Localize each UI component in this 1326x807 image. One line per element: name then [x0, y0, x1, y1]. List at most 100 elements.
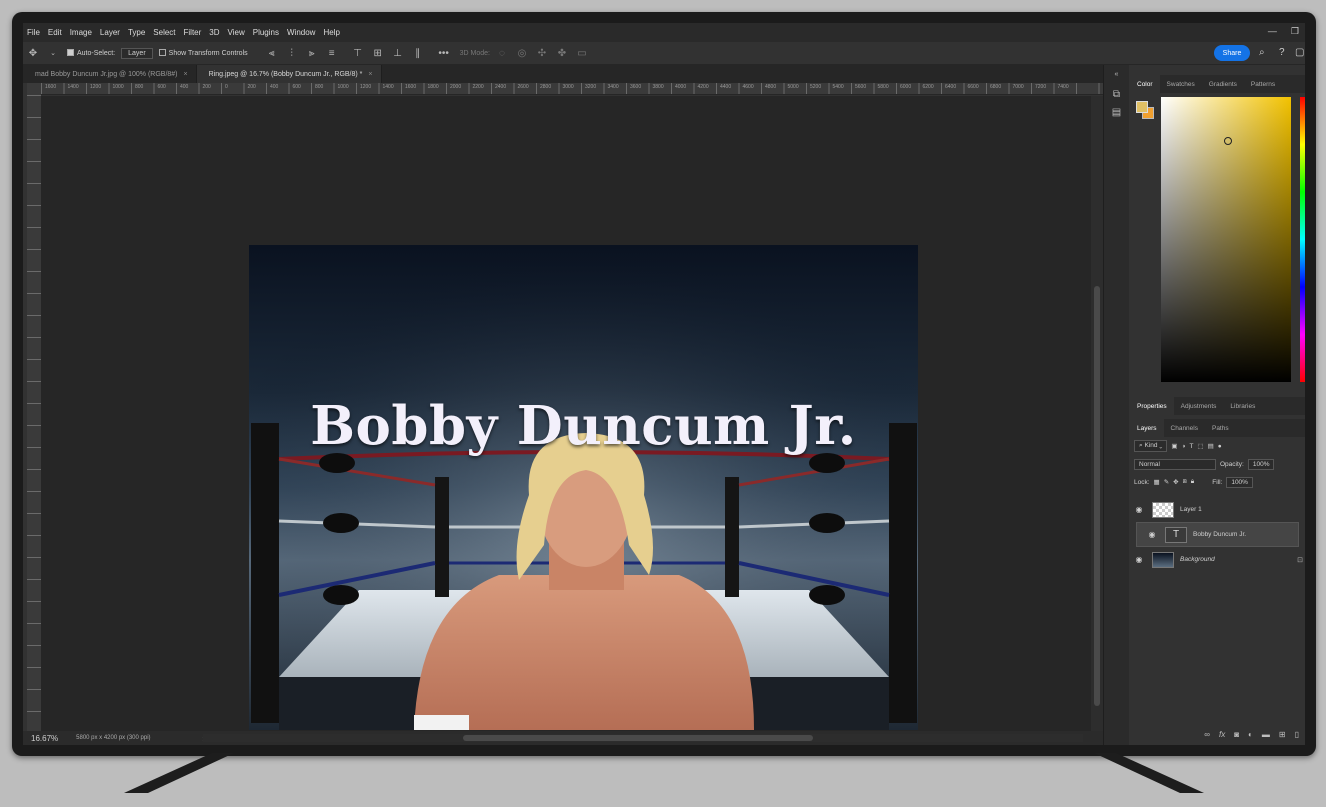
filter-toggle-icon[interactable]: ●	[1218, 443, 1222, 450]
slide-3d-icon[interactable]: ✤	[556, 47, 568, 59]
distribute-icon[interactable]: ≡	[326, 47, 338, 59]
hue-slider[interactable]	[1300, 97, 1305, 382]
move-icon[interactable]: ✥	[27, 47, 39, 59]
tab-properties[interactable]: Properties	[1130, 397, 1174, 415]
tab-libraries[interactable]: Libraries	[1223, 397, 1262, 415]
document-canvas[interactable]: Bobby Duncum Jr.	[249, 245, 918, 730]
opacity-input[interactable]: 100%	[1247, 458, 1275, 470]
tab-color[interactable]: Color	[1130, 75, 1160, 93]
collapse-icon[interactable]: «	[1110, 71, 1124, 83]
lock-all-icon[interactable]: 🔒︎	[1191, 478, 1194, 486]
chevron-down-icon[interactable]: ⌄	[47, 47, 59, 59]
layer-row-bobby-duncum[interactable]: ◉ T Bobby Duncum Jr.	[1136, 522, 1299, 547]
lock-icon[interactable]: ⊡	[1297, 556, 1303, 564]
tab-mad-bobby[interactable]: mad Bobby Duncum Jr.jpg @ 100% (RGB/8#) …	[23, 65, 197, 83]
color-picker-cursor[interactable]	[1224, 137, 1232, 145]
layer-kind-filter[interactable]: ⌕ Kind ⌄	[1134, 440, 1168, 452]
layer-row-background[interactable]: ◉ Background ⊡	[1130, 547, 1305, 572]
menu-select[interactable]: Select	[149, 28, 179, 37]
eye-icon[interactable]: ◉	[1130, 505, 1148, 514]
align-left-icon[interactable]: ⫷	[266, 47, 278, 59]
trash-icon[interactable]: ▯	[1295, 730, 1299, 739]
tab-ring[interactable]: Ring.jpeg @ 16.7% (Bobby Duncum Jr., RGB…	[196, 65, 382, 83]
menu-edit[interactable]: Edit	[44, 28, 66, 37]
more-icon[interactable]: •••	[438, 47, 450, 59]
camera-3d-icon[interactable]: ▭	[576, 47, 588, 59]
mask-icon[interactable]: ◙	[1234, 730, 1239, 739]
scroll-thumb[interactable]	[463, 735, 813, 741]
history-icon[interactable]: ⧉	[1110, 89, 1124, 101]
ruler-label: 6200	[922, 84, 934, 90]
canvas-workspace[interactable]: Bobby Duncum Jr.	[41, 96, 1091, 732]
align-top-icon[interactable]: ⊤	[352, 47, 364, 59]
menu-3d[interactable]: 3D	[205, 28, 223, 37]
menu-layer[interactable]: Layer	[96, 28, 124, 37]
horizontal-scrollbar[interactable]	[203, 734, 1083, 742]
lock-artboard-icon[interactable]: ⧈	[1183, 478, 1187, 486]
filter-shape-icon[interactable]: ⬚	[1197, 442, 1203, 450]
lock-position-icon[interactable]: ✥	[1173, 478, 1178, 486]
close-icon[interactable]: ×	[368, 71, 372, 78]
help-icon[interactable]: ?	[1279, 47, 1285, 58]
pan-3d-icon[interactable]: ✣	[536, 47, 548, 59]
new-layer-icon[interactable]: ⊞	[1279, 730, 1286, 739]
horizontal-ruler[interactable]: 1600 1400 1200 1000 800 600 400 200 0 200 400 600 80…	[41, 83, 1103, 95]
workspace-icon[interactable]: ▢	[1295, 47, 1304, 58]
menu-window[interactable]: Window	[283, 28, 319, 37]
menu-view[interactable]: View	[224, 28, 249, 37]
auto-select-checkbox[interactable]	[67, 49, 77, 57]
align-middle-icon[interactable]: ⊞	[372, 47, 384, 59]
filter-type-icon[interactable]: T	[1189, 443, 1193, 450]
tab-channels[interactable]: Channels	[1164, 419, 1205, 437]
minimize-icon[interactable]: —	[1268, 26, 1277, 37]
ruler-label: 6600	[967, 84, 979, 90]
menu-image[interactable]: Image	[66, 28, 96, 37]
transform-checkbox[interactable]	[158, 49, 169, 57]
menu-type[interactable]: Type	[124, 28, 149, 37]
share-button[interactable]: Share	[1214, 45, 1250, 61]
lock-brush-icon[interactable]: ✎	[1164, 478, 1169, 486]
canvas-title-text[interactable]: Bobby Duncum Jr.	[249, 395, 918, 457]
adjustment-layer-icon[interactable]: ◐	[1248, 730, 1253, 739]
align-center-icon[interactable]: ⫶	[286, 47, 298, 59]
zoom-level[interactable]: 16.67%	[31, 734, 58, 743]
distribute-vertical-icon[interactable]: ∥	[412, 47, 424, 59]
foreground-color-swatch[interactable]	[1136, 101, 1148, 113]
vertical-ruler[interactable]	[27, 95, 41, 731]
tab-swatches[interactable]: Swatches	[1160, 75, 1202, 93]
auto-select-dropdown[interactable]: Layer	[121, 47, 153, 59]
filter-pixel-icon[interactable]: ▣	[1171, 442, 1177, 450]
group-folder-icon[interactable]: ▬	[1262, 730, 1270, 739]
scroll-thumb[interactable]	[1094, 286, 1100, 706]
eye-icon[interactable]: ◉	[1143, 530, 1161, 539]
search-icon[interactable]: ⌕	[1259, 47, 1265, 58]
link-icon[interactable]: ∞	[1204, 730, 1210, 739]
eye-icon[interactable]: ◉	[1130, 555, 1148, 564]
layer-row-layer-1[interactable]: ◉ Layer 1	[1130, 497, 1305, 522]
tab-paths[interactable]: Paths	[1205, 419, 1236, 437]
fill-input[interactable]: 100%	[1226, 476, 1253, 488]
menu-plugins[interactable]: Plugins	[249, 28, 283, 37]
filter-smart-object-icon[interactable]: ▤	[1208, 442, 1214, 450]
tab-gradients[interactable]: Gradients	[1202, 75, 1244, 93]
restore-icon[interactable]: ❐	[1291, 26, 1299, 37]
blend-mode-dropdown[interactable]: Normal	[1134, 458, 1216, 470]
comment-icon[interactable]: ▤	[1110, 107, 1124, 119]
menu-help[interactable]: Help	[319, 28, 343, 37]
color-picker-field[interactable]	[1161, 97, 1291, 382]
tab-adjustments[interactable]: Adjustments	[1174, 397, 1224, 415]
tab-patterns[interactable]: Patterns	[1244, 75, 1282, 93]
align-bottom-icon[interactable]: ⊥	[392, 47, 404, 59]
vertical-scrollbar[interactable]	[1091, 96, 1103, 732]
fx-icon[interactable]: fx	[1219, 730, 1225, 739]
align-right-icon[interactable]: ⫸	[306, 47, 318, 59]
roll-3d-icon[interactable]: ◎	[516, 47, 528, 59]
menu-filter[interactable]: Filter	[180, 28, 206, 37]
filter-adjustment-icon[interactable]: ◑	[1182, 443, 1186, 450]
orbit-3d-icon[interactable]: ◌	[496, 47, 508, 59]
tab-layers[interactable]: Layers	[1130, 419, 1164, 437]
menu-file[interactable]: File	[23, 28, 44, 37]
lock-transparent-icon[interactable]: ▦	[1154, 478, 1160, 486]
layers-footer: ∞ fx ◙ ◐ ▬ ⊞ ▯	[1130, 730, 1305, 739]
close-icon[interactable]: ×	[184, 71, 188, 78]
